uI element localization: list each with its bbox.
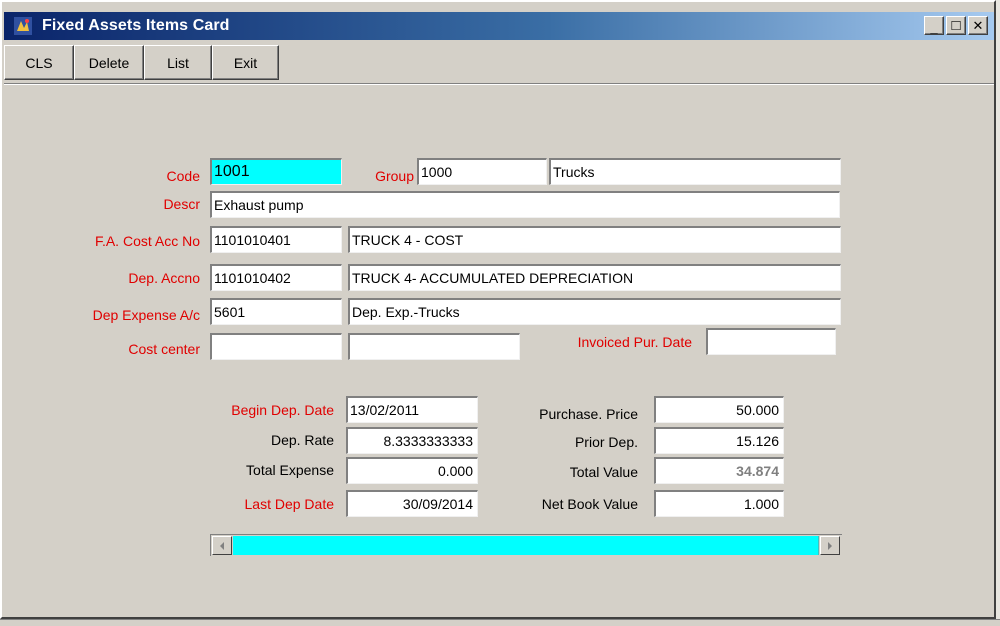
- close-icon: ✕: [972, 17, 984, 33]
- cost-acc-name-field[interactable]: TRUCK 4 - COST: [348, 226, 841, 253]
- close-button[interactable]: ✕: [968, 16, 988, 35]
- last-dep-date-label: Last Dep Date: [244, 496, 335, 512]
- list-button[interactable]: List: [144, 45, 212, 80]
- dep-rate-field[interactable]: 8.3333333333: [346, 427, 478, 454]
- purchase-price-field[interactable]: 50.000: [654, 396, 784, 423]
- cost-center-code-field[interactable]: [210, 333, 342, 360]
- total-expense-label: Total Expense: [246, 462, 334, 478]
- cost-acc-no-field[interactable]: 1101010401: [210, 226, 342, 253]
- dep-rate-label: Dep. Rate: [270, 432, 334, 448]
- prior-dep-field[interactable]: 15.126: [654, 427, 784, 454]
- group-code-field[interactable]: 1000: [417, 158, 547, 185]
- group-name-field[interactable]: Trucks: [549, 158, 841, 185]
- cost-center-label: Cost center: [128, 341, 200, 357]
- cost-acc-label: F.A. Cost Acc No: [94, 233, 200, 249]
- total-expense-field[interactable]: 0.000: [346, 457, 478, 484]
- group-label: Group: [375, 168, 414, 184]
- fixed-assets-window: Fixed Assets Items Card _ □ ✕ CLS Delete…: [0, 0, 996, 619]
- maximize-button[interactable]: □: [946, 16, 966, 35]
- cls-button[interactable]: CLS: [4, 45, 74, 80]
- window-title: Fixed Assets Items Card: [42, 17, 230, 34]
- dep-exp-label: Dep Expense A/c: [92, 307, 200, 323]
- net-book-value-label: Net Book Value: [541, 496, 638, 512]
- descr-label: Descr: [163, 196, 200, 212]
- cost-center-name-field[interactable]: [348, 333, 520, 360]
- dep-acc-name-field[interactable]: TRUCK 4- ACCUMULATED DEPRECIATION: [348, 264, 841, 291]
- arrow-right-icon: [828, 541, 832, 550]
- code-label: Code: [166, 168, 200, 184]
- scrollbar-thumb[interactable]: [233, 536, 819, 555]
- total-value-field[interactable]: 34.874: [654, 457, 784, 484]
- exit-button[interactable]: Exit: [212, 45, 279, 80]
- horizontal-scrollbar[interactable]: [210, 534, 842, 556]
- begin-dep-date-label: Begin Dep. Date: [231, 402, 334, 418]
- dep-acc-no-field[interactable]: 1101010402: [210, 264, 342, 291]
- total-value-label: Total Value: [569, 464, 638, 480]
- arrow-left-icon: [220, 541, 224, 550]
- last-dep-date-field[interactable]: 30/09/2014: [346, 490, 478, 517]
- dep-acc-label: Dep. Accno: [128, 270, 200, 286]
- net-book-value-field[interactable]: 1.000: [654, 490, 784, 517]
- delete-button[interactable]: Delete: [74, 45, 144, 80]
- title-bar[interactable]: Fixed Assets Items Card _ □ ✕: [4, 12, 994, 40]
- begin-dep-date-field[interactable]: 13/02/2011: [346, 396, 478, 423]
- scroll-right-button[interactable]: [820, 536, 840, 555]
- background-edge: [996, 0, 1000, 619]
- minimize-icon: _: [930, 20, 938, 35]
- prior-dep-label: Prior Dep.: [574, 434, 638, 450]
- maximize-icon: □: [951, 17, 961, 34]
- scroll-left-button[interactable]: [212, 536, 232, 555]
- invoiced-date-label: Invoiced Pur. Date: [577, 334, 692, 350]
- app-icon: [12, 15, 34, 37]
- descr-field[interactable]: Exhaust pump: [210, 191, 840, 218]
- purchase-price-label: Purchase. Price: [539, 406, 638, 422]
- code-field[interactable]: 1001: [210, 158, 342, 185]
- dep-exp-no-field[interactable]: 5601: [210, 298, 342, 325]
- invoiced-date-field[interactable]: [706, 328, 836, 355]
- minimize-button[interactable]: _: [924, 16, 944, 35]
- dep-exp-name-field[interactable]: Dep. Exp.-Trucks: [348, 298, 841, 325]
- toolbar: CLS Delete List Exit: [4, 45, 279, 82]
- toolbar-divider: [4, 83, 994, 85]
